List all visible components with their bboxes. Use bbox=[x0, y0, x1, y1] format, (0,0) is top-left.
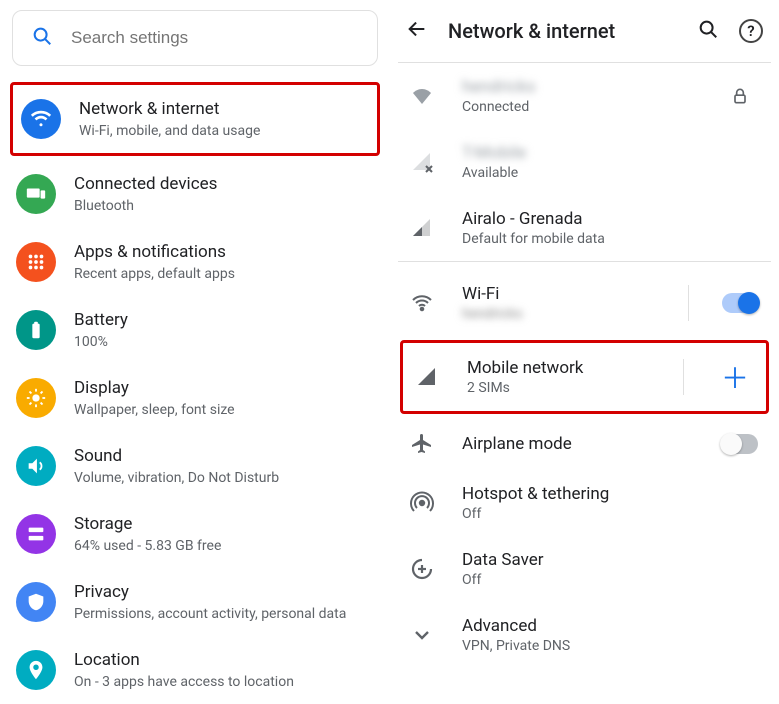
devices-icon bbox=[25, 183, 47, 205]
settings-item-subtitle: On - 3 apps have access to location bbox=[74, 674, 372, 690]
settings-item-privacy[interactable]: Privacy Permissions, account activity, p… bbox=[8, 568, 382, 636]
row-title: Data Saver bbox=[462, 550, 761, 570]
settings-item-title: Location bbox=[74, 650, 372, 671]
volume-icon bbox=[25, 455, 47, 477]
lock-icon bbox=[719, 86, 761, 106]
page-title: Network & internet bbox=[448, 19, 677, 43]
settings-item-sound[interactable]: Sound Volume, vibration, Do Not Disturb bbox=[8, 432, 382, 500]
row-title: Wi-Fi bbox=[462, 284, 664, 304]
settings-item-subtitle: 64% used - 5.83 GB free bbox=[74, 538, 372, 554]
settings-item-subtitle: Permissions, account activity, personal … bbox=[74, 606, 372, 622]
settings-item-subtitle: 100% bbox=[74, 334, 372, 350]
sim-status: Default for mobile data bbox=[462, 231, 761, 247]
search-input[interactable] bbox=[71, 28, 359, 48]
back-button[interactable] bbox=[406, 18, 428, 44]
row-subtitle: hendricks bbox=[462, 306, 664, 322]
settings-item-title: Privacy bbox=[74, 582, 372, 603]
wifi-row[interactable]: Wi-Fi hendricks bbox=[398, 270, 771, 336]
signal-icon bbox=[411, 365, 443, 389]
data-saver-row[interactable]: Data Saver Off bbox=[398, 536, 771, 602]
settings-item-subtitle: Bluetooth bbox=[74, 198, 372, 214]
highlight-mobile-network: Mobile network 2 SIMs ＋ bbox=[400, 340, 769, 414]
network-screen: Network & internet ? hendricks Connected… bbox=[390, 0, 779, 699]
settings-item-title: Storage bbox=[74, 514, 372, 535]
settings-item-connected-devices[interactable]: Connected devices Bluetooth bbox=[8, 160, 382, 228]
chevron-down-icon bbox=[406, 623, 438, 647]
settings-item-battery[interactable]: Battery 100% bbox=[8, 296, 382, 364]
settings-item-title: Network & internet bbox=[79, 99, 367, 120]
search-bar[interactable] bbox=[12, 10, 378, 66]
settings-item-title: Connected devices bbox=[74, 174, 372, 195]
row-subtitle: 2 SIMs bbox=[467, 380, 659, 396]
battery-icon bbox=[25, 319, 47, 341]
divider bbox=[688, 285, 689, 321]
signal-off-icon bbox=[406, 150, 438, 174]
help-button[interactable]: ? bbox=[739, 19, 763, 43]
wifi-icon bbox=[30, 108, 52, 130]
search-icon bbox=[31, 25, 53, 51]
row-subtitle: Off bbox=[462, 572, 761, 588]
wifi-toggle[interactable] bbox=[719, 293, 761, 313]
sim-name: Airalo - Grenada bbox=[462, 209, 761, 229]
settings-item-title: Sound bbox=[74, 446, 372, 467]
row-subtitle: Off bbox=[462, 506, 761, 522]
settings-item-location[interactable]: Location On - 3 apps have access to loca… bbox=[8, 636, 382, 704]
sim-name: T-Mobile bbox=[462, 143, 761, 163]
settings-item-storage[interactable]: Storage 64% used - 5.83 GB free bbox=[8, 500, 382, 568]
sim-row-1[interactable]: T-Mobile Available bbox=[398, 129, 771, 195]
signal-icon bbox=[406, 216, 438, 240]
privacy-icon bbox=[25, 591, 47, 613]
sim-row-2[interactable]: Airalo - Grenada Default for mobile data bbox=[398, 195, 771, 261]
settings-item-display[interactable]: Display Wallpaper, sleep, font size bbox=[8, 364, 382, 432]
connected-wifi-row[interactable]: hendricks Connected bbox=[398, 63, 771, 129]
row-title: Hotspot & tethering bbox=[462, 484, 761, 504]
airplane-toggle[interactable] bbox=[719, 434, 761, 454]
settings-item-title: Apps & notifications bbox=[74, 242, 372, 263]
wifi-icon bbox=[406, 291, 438, 315]
settings-item-subtitle: Wallpaper, sleep, font size bbox=[74, 402, 372, 418]
brightness-icon bbox=[25, 387, 47, 409]
row-title: Airplane mode bbox=[462, 434, 695, 454]
settings-screen: Network & internet Wi-Fi, mobile, and da… bbox=[0, 0, 390, 699]
settings-item-subtitle: Volume, vibration, Do Not Disturb bbox=[74, 470, 372, 486]
wifi-status: Connected bbox=[462, 99, 695, 115]
sim-status: Available bbox=[462, 165, 761, 181]
settings-item-title: Display bbox=[74, 378, 372, 399]
wifi-ssid: hendricks bbox=[462, 77, 695, 97]
hotspot-row[interactable]: Hotspot & tethering Off bbox=[398, 470, 771, 536]
data-saver-icon bbox=[406, 557, 438, 581]
settings-item-title: Battery bbox=[74, 310, 372, 331]
mobile-network-row[interactable]: Mobile network 2 SIMs ＋ bbox=[403, 343, 766, 411]
storage-icon bbox=[25, 523, 47, 545]
settings-item-subtitle: Recent apps, default apps bbox=[74, 266, 372, 282]
wifi-icon bbox=[406, 84, 438, 108]
row-title: Mobile network bbox=[467, 358, 659, 378]
settings-item-network[interactable]: Network & internet Wi-Fi, mobile, and da… bbox=[13, 85, 377, 153]
advanced-row[interactable]: Advanced VPN, Private DNS bbox=[398, 602, 771, 668]
search-button[interactable] bbox=[697, 18, 719, 44]
settings-item-apps[interactable]: Apps & notifications Recent apps, defaul… bbox=[8, 228, 382, 296]
location-icon bbox=[25, 659, 47, 681]
row-title: Advanced bbox=[462, 616, 761, 636]
highlight-network-item: Network & internet Wi-Fi, mobile, and da… bbox=[10, 82, 380, 156]
network-header: Network & internet ? bbox=[398, 6, 771, 62]
divider bbox=[683, 359, 684, 395]
add-sim-button[interactable]: ＋ bbox=[714, 357, 756, 397]
settings-item-subtitle: Wi-Fi, mobile, and data usage bbox=[79, 123, 367, 139]
hotspot-icon bbox=[406, 491, 438, 515]
airplane-icon bbox=[406, 432, 438, 456]
airplane-mode-row[interactable]: Airplane mode bbox=[398, 418, 771, 470]
apps-icon bbox=[25, 251, 47, 273]
row-subtitle: VPN, Private DNS bbox=[462, 638, 761, 654]
